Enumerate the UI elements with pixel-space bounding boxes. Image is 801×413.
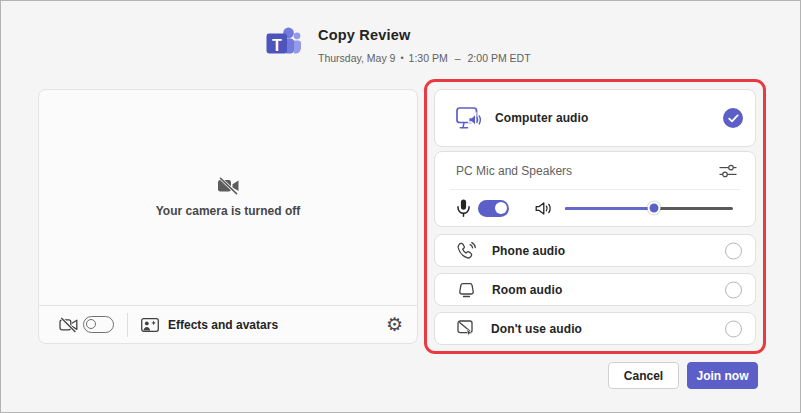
bullet-separator: •	[400, 53, 403, 63]
room-audio-radio[interactable]	[725, 281, 742, 298]
computer-audio-icon	[456, 107, 484, 130]
effects-avatars-icon	[141, 318, 159, 332]
mic-volume-row	[435, 190, 755, 226]
no-audio-icon	[457, 320, 475, 337]
audio-device-name: PC Mic and Speakers	[456, 164, 572, 178]
camera-toggle-knob	[86, 319, 96, 329]
effects-avatars-label[interactable]: Effects and avatars	[168, 318, 278, 332]
computer-audio-option[interactable]: Computer audio	[434, 89, 756, 147]
camera-toggle[interactable]	[83, 316, 114, 333]
toolbar-divider	[127, 313, 128, 337]
volume-slider-fill	[565, 207, 654, 210]
computer-audio-label: Computer audio	[495, 111, 588, 125]
no-audio-label: Don't use audio	[491, 322, 582, 336]
cancel-button[interactable]: Cancel	[608, 362, 679, 389]
speaker-volume-icon	[535, 201, 553, 216]
camera-preview-card: Your camera is turned off Effects and av…	[38, 89, 418, 344]
no-audio-radio[interactable]	[725, 320, 742, 337]
camera-toolbar: Effects and avatars ⚙	[39, 305, 417, 343]
audio-device-settings-card: PC Mic and Speakers	[434, 151, 756, 227]
svg-text:T: T	[272, 37, 282, 54]
camera-status-text: Your camera is turned off	[156, 204, 300, 218]
dash-separator: –	[455, 52, 461, 64]
computer-audio-selected-radio[interactable]	[723, 108, 743, 128]
volume-slider-thumb[interactable]	[648, 202, 661, 215]
meeting-datetime: Thursday, May 9 • 1:30 PM – 2:00 PM EDT	[318, 52, 531, 64]
meeting-title: Copy Review	[318, 27, 531, 43]
pre-join-window: T Copy Review Thursday, May 9 • 1:30 PM …	[0, 0, 801, 413]
room-audio-option[interactable]: Room audio	[434, 273, 756, 306]
meeting-end-time: 2:00 PM EDT	[468, 52, 531, 64]
camera-off-small-icon	[59, 317, 78, 333]
teams-logo: T	[265, 26, 302, 60]
phone-audio-icon	[457, 242, 476, 260]
meeting-date: Thursday, May 9	[318, 52, 395, 64]
phone-audio-radio[interactable]	[725, 242, 742, 259]
device-settings-gear-icon[interactable]: ⚙	[386, 315, 403, 334]
room-audio-icon	[457, 282, 476, 298]
meeting-header: T Copy Review Thursday, May 9 • 1:30 PM …	[265, 24, 531, 64]
meeting-start-time: 1:30 PM	[409, 52, 448, 64]
mic-icon	[457, 199, 470, 217]
camera-preview-area: Your camera is turned off	[39, 90, 417, 305]
no-audio-option[interactable]: Don't use audio	[434, 312, 756, 345]
camera-off-icon	[217, 177, 240, 195]
audio-device-options-icon[interactable]	[719, 163, 737, 179]
room-audio-label: Room audio	[492, 283, 562, 297]
phone-audio-option[interactable]: Phone audio	[434, 234, 756, 267]
join-now-button[interactable]: Join now	[687, 362, 758, 389]
mic-toggle[interactable]	[478, 200, 509, 217]
phone-audio-label: Phone audio	[492, 244, 565, 258]
volume-slider[interactable]	[565, 201, 733, 215]
audio-device-row: PC Mic and Speakers	[435, 152, 755, 189]
mic-toggle-knob	[495, 202, 507, 214]
